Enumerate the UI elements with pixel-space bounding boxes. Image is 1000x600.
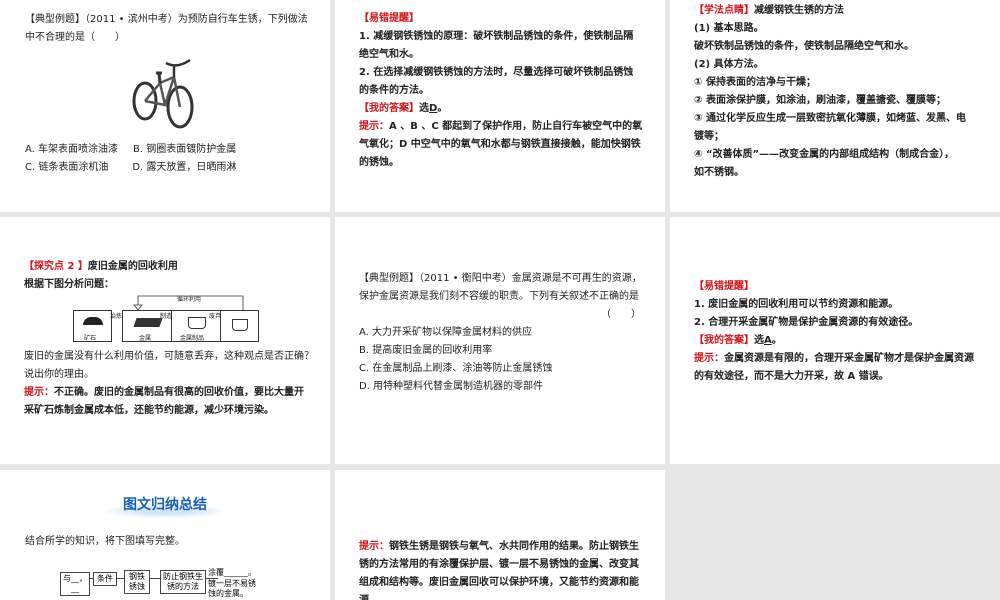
arrow-label: 冶炼 <box>110 313 123 320</box>
arrow-label: 废弃 <box>209 313 222 320</box>
text-line: 的条件的方法。 <box>359 85 429 96</box>
slide-4[interactable]: 【探究点 2 】废旧金属的回收利用 根据下图分析问题： 循环利用 矿石 金属 金… <box>0 217 330 464</box>
banner-text: 图文归纳总结 <box>123 497 207 513</box>
mindmap-box: 与__，__ <box>60 572 90 596</box>
option-c: C. 在金属制品上刷漆、涂油等防止金属锈蚀 <box>359 363 553 374</box>
text-line: 组成和结构等。废旧金属回收可以保护环境，又能节约资源和能 <box>359 577 639 588</box>
options: A. 车架表面喷涂油漆 B. 钢圈表面镀防护金属 C. 链条表面涂机油 D. 露天放… <box>25 141 236 177</box>
text-line: 镀等； <box>694 131 724 142</box>
option-a: A. 车架表面喷涂油漆 <box>25 144 119 155</box>
inquiry-heading: 【探究点 2 】 <box>24 261 88 272</box>
answer-value: A <box>764 335 772 346</box>
text-line: 如不锈钢。 <box>694 167 744 178</box>
text-line: ③ 通过化学反应生成一层致密抗氧化薄膜，如烤蓝、发黑、电 <box>694 113 966 124</box>
question-line: 保护金属资源是我们刻不容缓的职责。下列有关叙述不正确的是 <box>359 291 639 302</box>
option-a: A. 大力开采矿物以保障金属材料的供应 <box>359 327 533 338</box>
slide-1[interactable]: 【典型例题】（2011 • 滨州中考）为预防自行车生锈，下列做法 中不合理的是（… <box>0 0 330 212</box>
slide-7[interactable]: 图文归纳总结 结合所学的知识，将下图填写完整。 与__，__ 条件 钢铁锈蚀 防… <box>0 470 330 600</box>
option-c: C. 链条表面涂机油 <box>25 162 109 173</box>
loop-label: 循环利用 <box>177 296 202 303</box>
waste-box <box>220 310 259 342</box>
option-d: D. 用特种塑料代替金属制造机器的零部件 <box>359 381 544 392</box>
question-line: 说出你的理由。 <box>24 369 94 380</box>
text-line: (1) 基本思路。 <box>694 23 764 34</box>
method-heading: 【学法点睛】 <box>694 5 754 16</box>
option-b: B. 提高废旧金属的回收利用率 <box>359 345 493 356</box>
text-line: (2) 具体方法。 <box>694 59 764 70</box>
tip-label: 提示： <box>694 353 724 364</box>
arrow-label: 制造 <box>160 313 173 320</box>
text-line: 气氧化；D 中空气中的氧气和水都与钢铁直接接触，能加快钢铁 <box>359 139 641 150</box>
slide-2[interactable]: 【易错提醒】 1. 减缓钢铁锈蚀的原理：破坏铁制品锈蚀的条件，使铁制品隔 绝空气… <box>335 0 665 212</box>
instruction: 结合所学的知识，将下图填写完整。 <box>25 536 185 547</box>
text-line: 1. 减缓钢铁锈蚀的原理：破坏铁制品锈蚀的条件，使铁制品隔 <box>359 31 634 42</box>
mindmap-box: 条件 <box>93 572 117 586</box>
question-text: 【典型例题】（2011 • 滨州中考）为预防自行车生锈，下列做法 中不合理的是（… <box>25 11 308 47</box>
error-reminder-heading: 【易错提醒】 <box>359 13 419 24</box>
slide-3[interactable]: 【学法点睛】减缓钢铁生锈的方法 (1) 基本思路。 破坏铁制品锈蚀的条件，使铁制… <box>670 0 1000 212</box>
text-line: 1. 废旧金属的回收利用可以节约资源和能源。 <box>694 299 899 310</box>
tip-label: 提示： <box>359 121 389 132</box>
text-line: 的有效途径，而不是大力开采，故 A 错误。 <box>694 371 889 382</box>
mindmap-branch: 镀一层不易锈蚀的金属。 <box>208 579 256 598</box>
summary-banner: 图文归纳总结 <box>105 490 225 522</box>
text-line: 2. 在选择减缓钢铁锈蚀的方法时，尽量选择可破坏铁制品锈蚀 <box>359 67 634 78</box>
text-line: 2. 合理开采金属矿物是保护金属资源的有效途径。 <box>694 317 919 328</box>
slide-6[interactable]: 【易错提醒】 1. 废旧金属的回收利用可以节约资源和能源。 2. 合理开采金属矿… <box>670 217 1000 464</box>
text-line: 源。 <box>359 592 639 600</box>
my-answer: 【我的答案】选A。 <box>694 335 782 346</box>
subheading: 根据下图分析问题： <box>24 279 114 290</box>
text-line: 采矿石炼制金属成本低，还能节约能源，减少环境污染。 <box>24 405 274 416</box>
text-line: 锈的方法常用的有涂覆保护层、镀一层不易锈蚀的金属、改变其 <box>359 559 639 570</box>
text-line: ② 表面涂保护膜，如涂油，刷油漆，覆盖搪瓷、覆膜等； <box>694 95 946 106</box>
text-line: 破坏铁制品锈蚀的条件，使铁制品隔绝空气和水。 <box>694 41 914 52</box>
answer-paren: （ ） <box>601 309 641 320</box>
slide-5[interactable]: 【典型例题】（2011 • 衡阳中考）金属资源是不可再生的资源， 保护金属资源是… <box>335 217 665 464</box>
question-line: 【典型例题】（2011 • 衡阳中考）金属资源是不可再生的资源， <box>359 273 642 284</box>
text-line: 绝空气和水。 <box>359 49 419 60</box>
bicycle-image <box>132 58 194 129</box>
tip-label: 提示： <box>24 387 54 398</box>
error-reminder-heading: 【易错提醒】 <box>694 281 754 292</box>
mindmap-box: 钢铁锈蚀 <box>124 570 150 594</box>
tip-label: 提示： <box>359 541 389 552</box>
option-d: D. 露天放置，日晒雨淋 <box>132 162 237 173</box>
question-line: 废旧的金属没有什么利用价值，可随意丢弃，这种观点是否正确？ <box>24 351 314 362</box>
text-line: ① 保持表面的洁净与干燥； <box>694 77 816 88</box>
ore-box: 矿石 <box>73 310 112 342</box>
mindmap-box: 防止钢铁生锈的方法 <box>160 570 206 594</box>
text-line: 的锈蚀。 <box>359 157 399 168</box>
question-line: 中不合理的是（ ） <box>25 32 125 43</box>
slide-8[interactable]: 提示：钢铁生锈是钢铁与氧气、水共同作用的结果。防止钢铁生 锈的方法常用的有涂覆保… <box>335 470 665 600</box>
my-answer: 【我的答案】选D。 <box>359 103 448 114</box>
mindmap-branch: 涂覆______。 <box>208 568 256 577</box>
question-line: 【典型例题】（2011 • 滨州中考）为预防自行车生锈，下列做法 <box>25 14 308 25</box>
option-b: B. 钢圈表面镀防护金属 <box>133 144 237 155</box>
text-line: ④ “改善体质”——改变金属的内部组成结构（制成合金）， <box>694 149 955 160</box>
